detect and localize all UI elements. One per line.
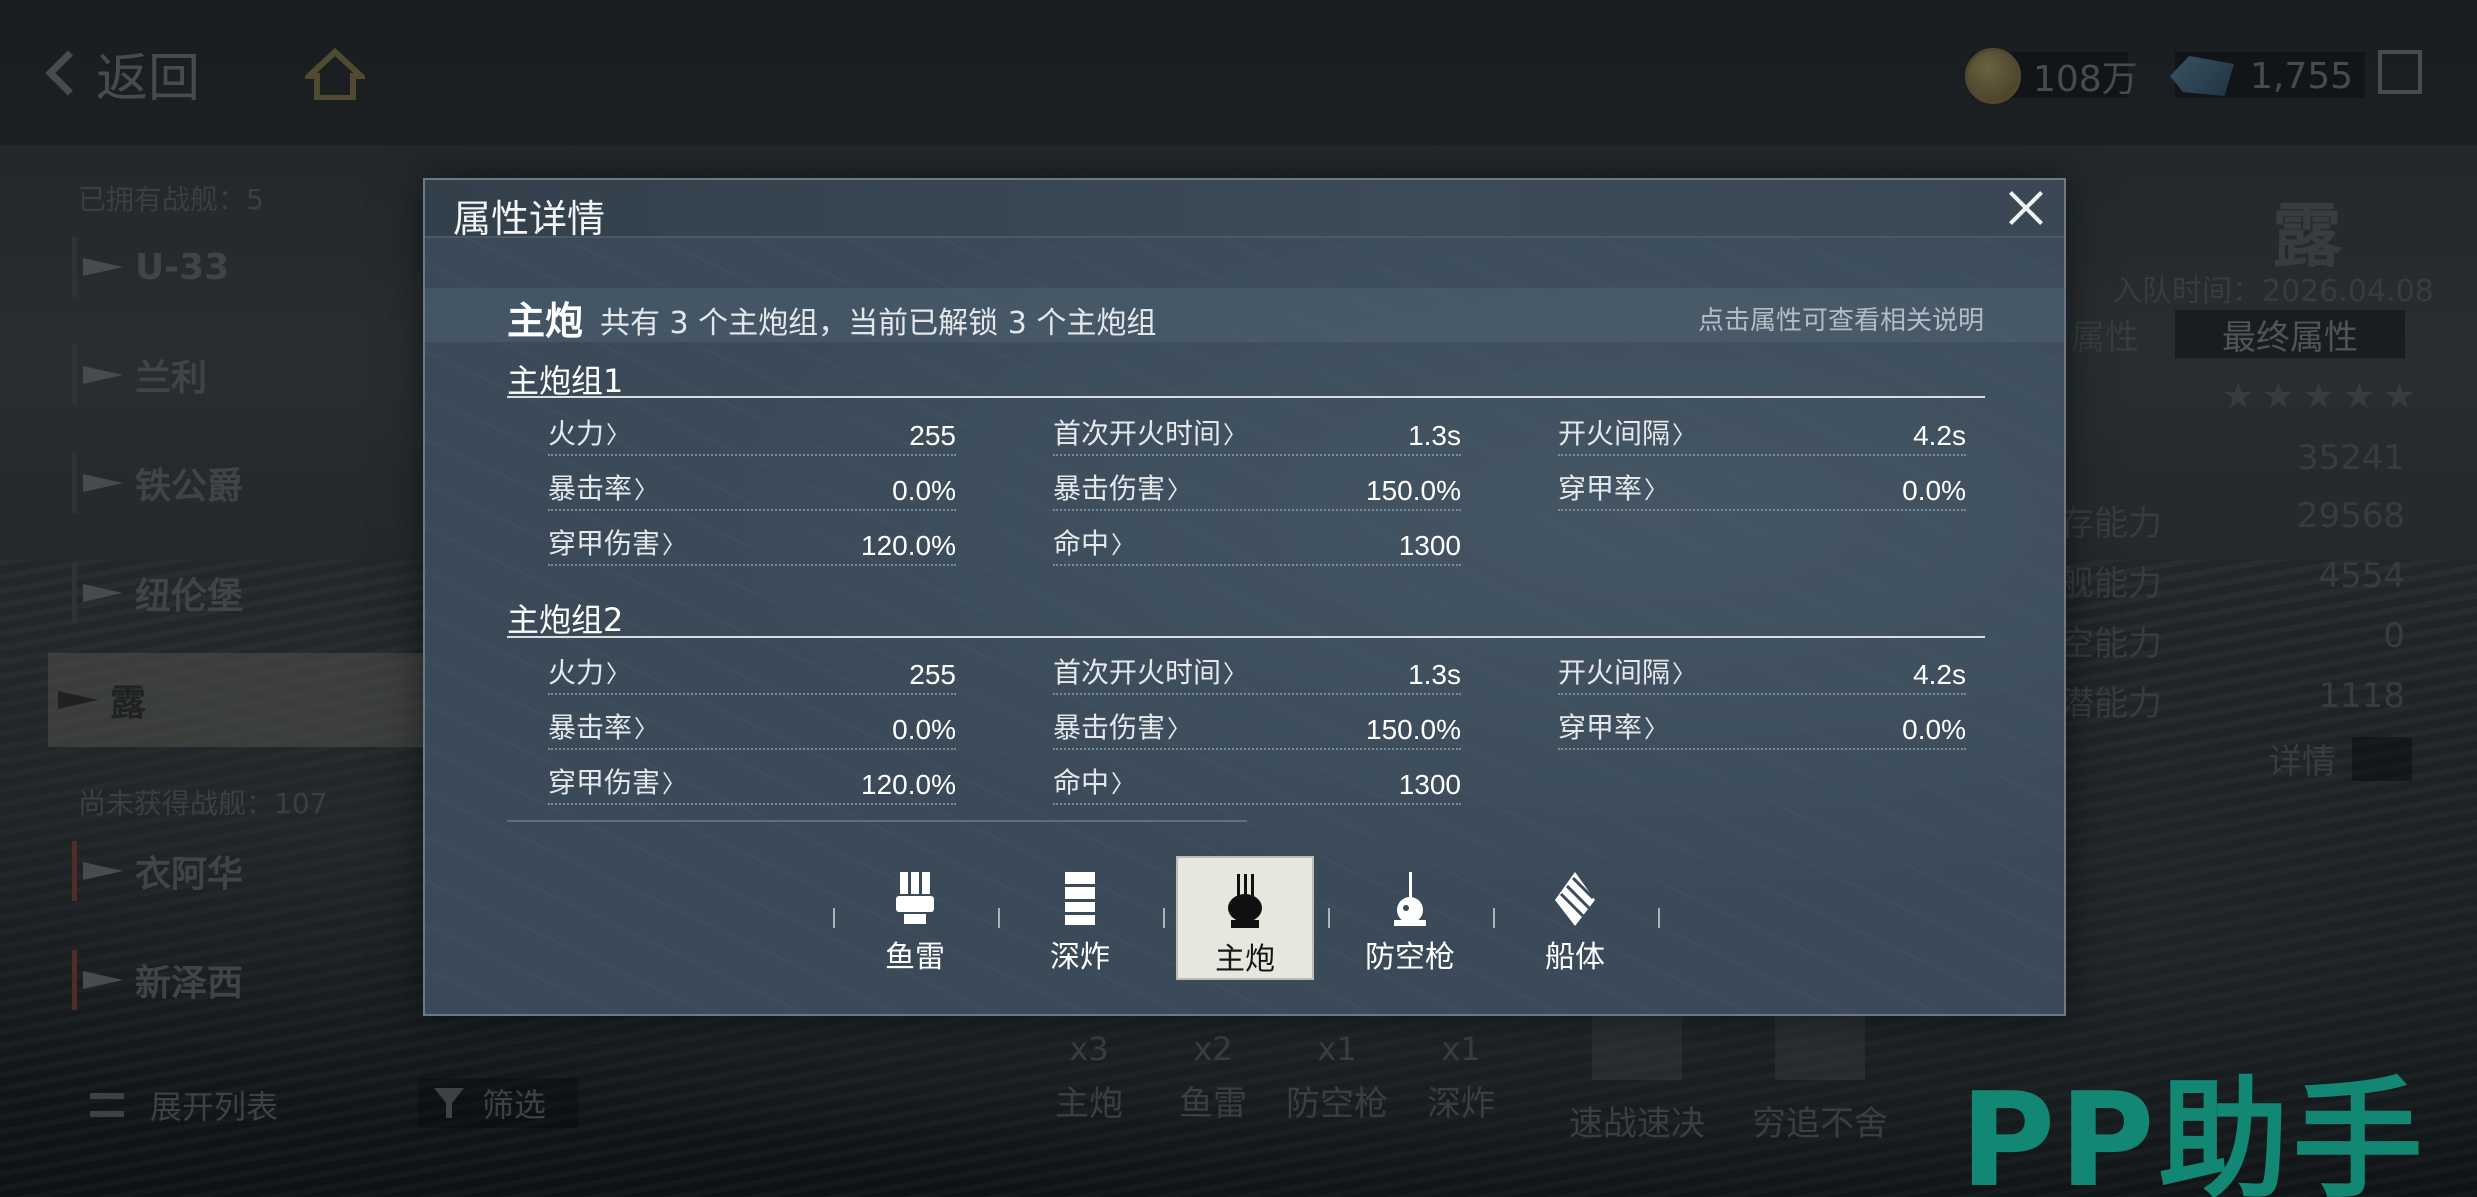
tab-main-gun[interactable]: 主炮 [1176,856,1314,980]
section-title: 主炮 [507,299,584,343]
tab-anti-air-gun[interactable]: 防空枪 [1341,856,1479,980]
stat-fire-interval[interactable]: 开火间隔4.2s [1558,416,1966,456]
stat-accuracy[interactable]: 命中1300 [1053,526,1461,566]
hull-icon [1555,872,1595,926]
torpedo-icon [896,872,934,924]
stat-crit-damage[interactable]: 暴击伤害150.0% [1053,710,1461,750]
stat-crit-rate[interactable]: 暴击率0.0% [548,471,956,511]
stat-penetration-damage[interactable]: 穿甲伤害120.0% [548,526,956,566]
stat-crit-rate[interactable]: 暴击率0.0% [548,710,956,750]
depth-charge-icon [1065,872,1095,925]
stat-fire-interval[interactable]: 开火间隔4.2s [1558,655,1966,695]
group-divider [507,396,1985,398]
stat-crit-damage[interactable]: 暴击伤害150.0% [1053,471,1461,511]
stat-accuracy[interactable]: 命中1300 [1053,765,1461,805]
anti-air-gun-icon [1394,872,1426,926]
tab-hull[interactable]: 船体 [1506,856,1644,980]
attribute-details-dialog: 属性详情 主炮 共有 3 个主炮组，当前已解锁 3 个主炮组 点击属性可查看相关… [423,178,2066,1016]
section-description: 共有 3 个主炮组，当前已解锁 3 个主炮组 [600,306,1157,341]
stat-firepower[interactable]: 火力255 [548,655,956,695]
stat-first-fire-time[interactable]: 首次开火时间1.3s [1053,416,1461,456]
tabs-divider [507,820,1247,822]
main-gun-icon [1228,874,1262,928]
stat-penetration-damage[interactable]: 穿甲伤害120.0% [548,765,956,805]
close-icon[interactable] [2008,190,2044,226]
dialog-header [425,180,2064,238]
dialog-title: 属性详情 [453,197,606,241]
tab-torpedo[interactable]: 鱼雷 [846,856,984,980]
stat-penetration-rate[interactable]: 穿甲率0.0% [1558,471,1966,511]
stat-firepower[interactable]: 火力255 [548,416,956,456]
group-divider [507,636,1985,638]
stat-penetration-rate[interactable]: 穿甲率0.0% [1558,710,1966,750]
group-title: 主炮组2 [507,601,624,639]
stat-first-fire-time[interactable]: 首次开火时间1.3s [1053,655,1461,695]
tab-depth-charge[interactable]: 深炸 [1011,856,1149,980]
hint-text: 点击属性可查看相关说明 [1697,306,1984,336]
